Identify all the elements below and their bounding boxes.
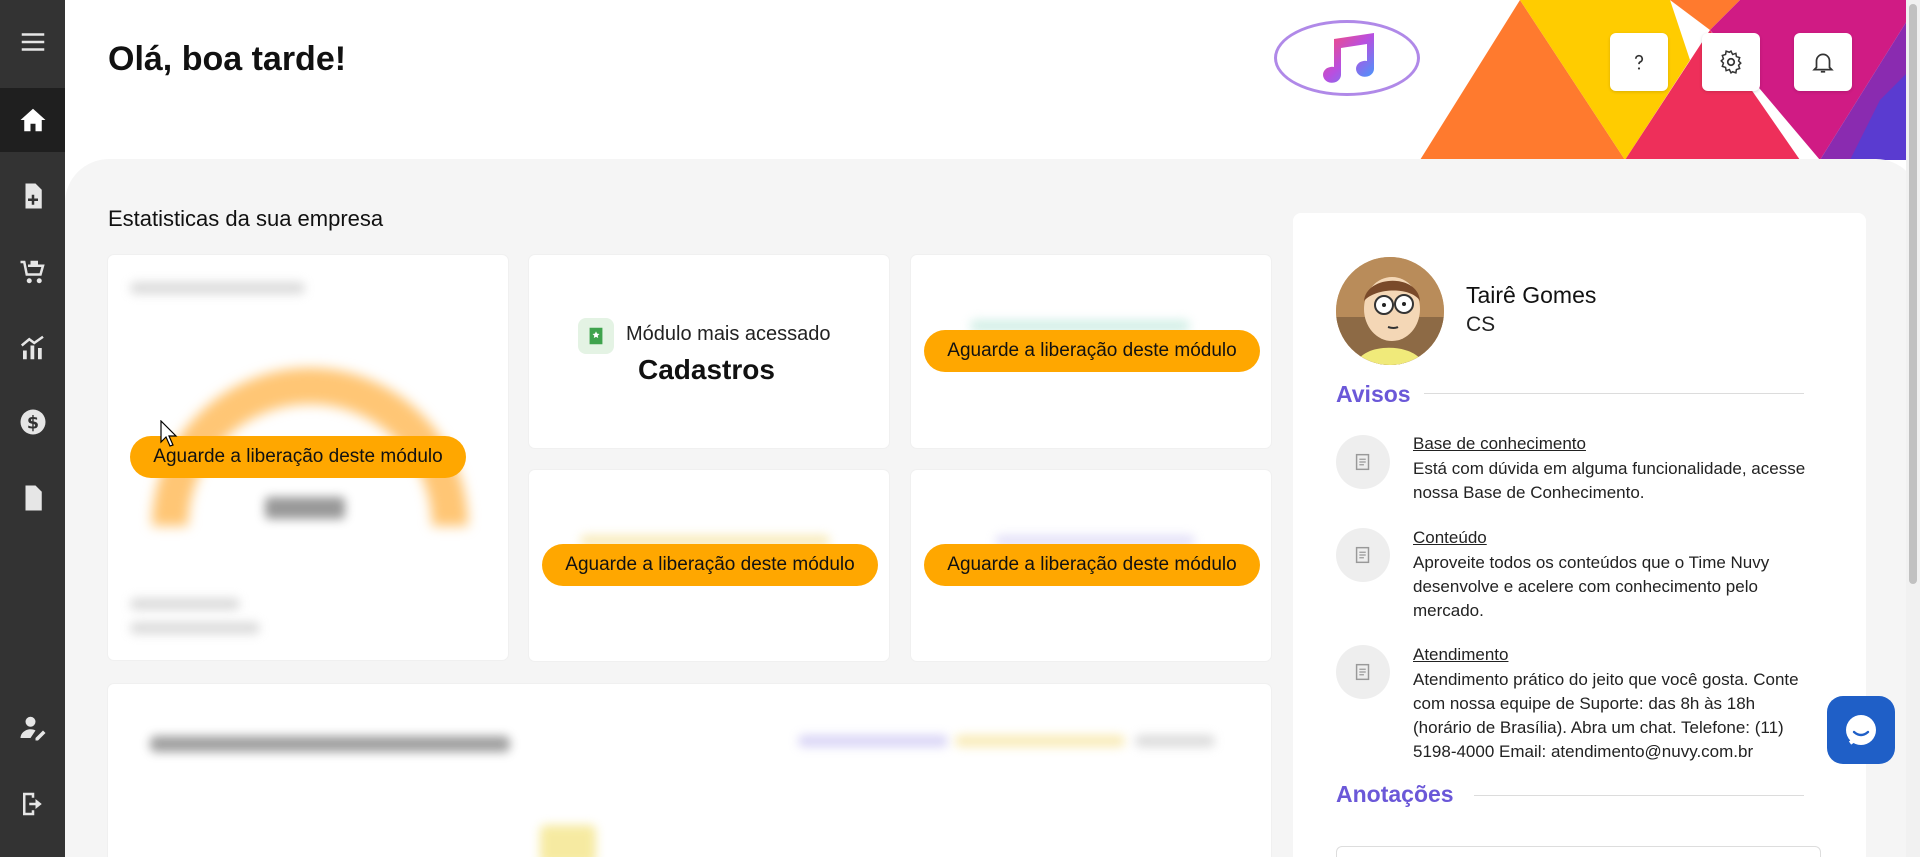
stats-title: Estatisticas da sua empresa xyxy=(108,206,384,231)
user-name: Tairê Gomes xyxy=(1466,282,1597,308)
most-accessed-value: Cadastros xyxy=(638,354,775,385)
blurred-chart-title xyxy=(150,736,510,752)
blurred-card-title xyxy=(130,282,305,294)
sidebar-item-stats[interactable] xyxy=(0,316,65,380)
sidebar-item-cart[interactable] xyxy=(0,240,65,304)
bell-icon xyxy=(1812,53,1834,73)
bookmark-icon xyxy=(578,318,614,354)
mouse-cursor xyxy=(160,420,178,447)
most-accessed-label: Módulo mais acessado xyxy=(626,323,831,345)
notice-title-knowledge-base[interactable]: Base de conhecimento xyxy=(1413,434,1586,454)
locked-module-badge: Aguarde a liberação deste módulo xyxy=(924,330,1260,372)
sidebar-item-logout[interactable] xyxy=(0,772,65,836)
user-edit-icon xyxy=(20,716,45,741)
sidebar-item-documents[interactable] xyxy=(0,466,65,530)
sidebar-item-home[interactable] xyxy=(0,88,65,152)
divider xyxy=(1424,393,1804,394)
page-greeting: Olá, boa tarde! xyxy=(108,40,347,78)
document-icon xyxy=(1336,435,1390,489)
svg-text:$: $ xyxy=(26,413,38,433)
file-plus-icon xyxy=(25,183,42,209)
blurred-legend xyxy=(130,598,240,610)
blurred-filter xyxy=(1135,735,1215,747)
notice-title-support[interactable]: Atendimento xyxy=(1413,645,1508,665)
divider xyxy=(1474,795,1804,796)
file-icon xyxy=(25,485,42,511)
blurred-legend xyxy=(798,735,948,747)
notes-input[interactable] xyxy=(1336,846,1821,857)
chat-button[interactable] xyxy=(1827,696,1895,764)
blurred-gauge-value xyxy=(265,497,345,519)
document-icon xyxy=(1336,528,1390,582)
cart-icon xyxy=(20,260,45,284)
notes-heading: Anotações xyxy=(1336,781,1454,807)
sidebar-item-user-edit[interactable] xyxy=(0,696,65,760)
blurred-chart-bar xyxy=(540,825,596,857)
notice-text-support: Atendimento prático do jeito que você go… xyxy=(1413,670,1799,761)
home-icon xyxy=(20,108,45,132)
help-button[interactable] xyxy=(1610,33,1668,91)
locked-module-badge: Aguarde a liberação deste módulo xyxy=(924,544,1260,586)
music-note-icon xyxy=(1323,33,1374,83)
notices-heading: Avisos xyxy=(1336,381,1411,407)
brand-logo[interactable] xyxy=(1274,20,1420,96)
dollar-icon: $ xyxy=(20,409,45,435)
user-role: CS xyxy=(1466,313,1496,336)
settings-button[interactable] xyxy=(1702,33,1760,91)
chart-icon xyxy=(20,335,44,360)
menu-button[interactable] xyxy=(0,10,65,74)
notice-title-content[interactable]: Conteúdo xyxy=(1413,528,1487,548)
sidebar-item-finance[interactable]: $ xyxy=(0,390,65,454)
blurred-legend xyxy=(955,735,1125,747)
hamburger-icon xyxy=(21,33,44,51)
locked-module-badge: Aguarde a liberação deste módulo xyxy=(130,436,466,478)
stats-card-chart xyxy=(108,684,1271,857)
notice-text-content: Aproveite todos os conteúdos que o Time … xyxy=(1413,553,1770,620)
sidebar: $ xyxy=(0,0,65,857)
sidebar-item-new-document[interactable] xyxy=(0,164,65,228)
chat-icon xyxy=(1846,715,1876,745)
notice-text-knowledge-base: Está com dúvida em alguma funcionalidade… xyxy=(1413,459,1806,502)
document-icon xyxy=(1336,645,1390,699)
logout-icon xyxy=(22,792,42,816)
scrollbar-thumb[interactable] xyxy=(1909,4,1917,584)
locked-module-badge: Aguarde a liberação deste módulo xyxy=(542,544,878,586)
question-icon xyxy=(1634,54,1644,70)
user-avatar[interactable] xyxy=(1336,257,1444,365)
notifications-button[interactable] xyxy=(1794,33,1852,91)
gear-icon xyxy=(1720,50,1742,74)
blurred-legend xyxy=(130,622,260,634)
